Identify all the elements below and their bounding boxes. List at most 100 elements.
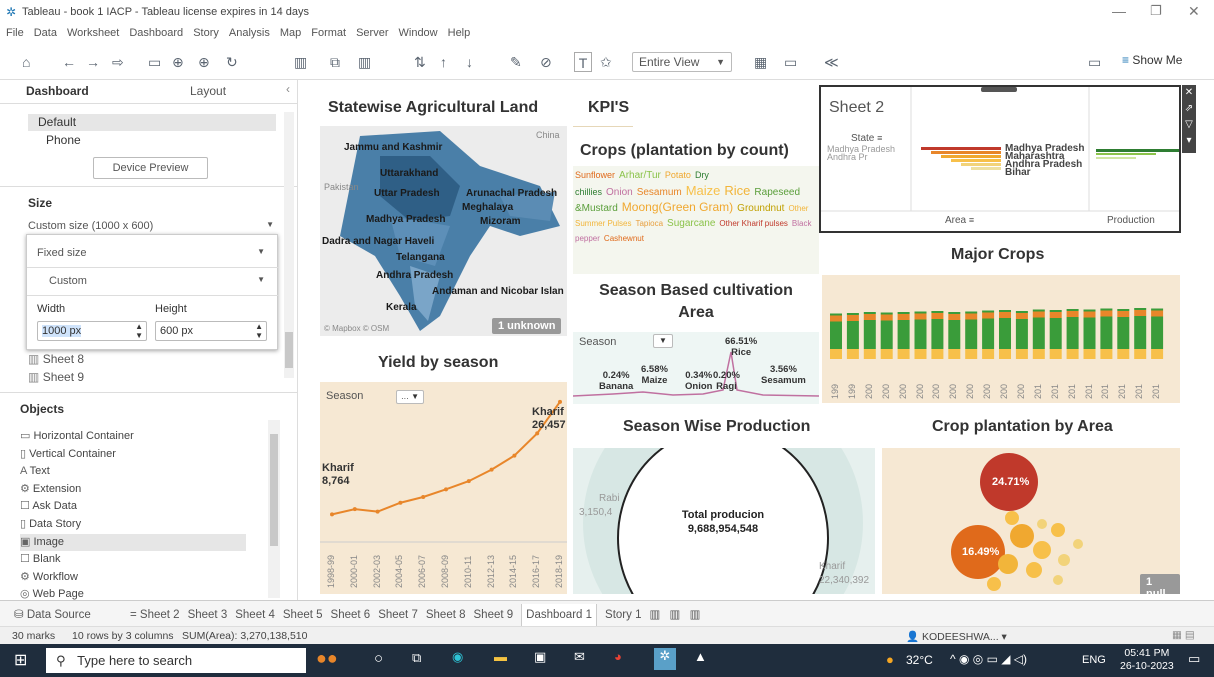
major-crops-bar[interactable] <box>846 321 859 349</box>
sheet-tab[interactable]: Sheet 8 <box>426 609 466 621</box>
major-crops-bar[interactable] <box>1032 317 1045 350</box>
major-crops-bar[interactable] <box>1117 317 1130 349</box>
highlight-icon[interactable]: ✎ <box>510 52 522 72</box>
map-unknown-badge[interactable]: 1 unknown <box>492 318 562 334</box>
object-item[interactable]: ☐ Blank <box>20 551 246 569</box>
new-dashboard-icon[interactable]: ▥ <box>670 609 684 621</box>
notifications-icon[interactable]: ▭ <box>1188 651 1200 667</box>
major-crops-bar[interactable] <box>880 312 893 315</box>
sheet-tab[interactable]: Sheet 9 <box>474 609 514 621</box>
menu-item[interactable]: Help <box>448 27 471 39</box>
major-crops-bar[interactable] <box>1151 316 1164 350</box>
sheet-tab[interactable]: Sheet 6 <box>331 609 371 621</box>
comment-icon[interactable]: ▭ <box>1088 52 1101 72</box>
major-crops-bar[interactable] <box>1151 308 1164 311</box>
major-crops-bar[interactable] <box>846 313 859 315</box>
yield-point[interactable] <box>398 500 403 505</box>
object-item[interactable]: ▭ Horizontal Container <box>20 428 246 446</box>
restore-icon[interactable]: ❐ <box>1150 3 1162 19</box>
major-crops-bar[interactable] <box>1100 308 1113 311</box>
word-cloud-item[interactable]: Tapioca <box>635 219 663 228</box>
major-crops-bar[interactable] <box>1134 308 1147 310</box>
menu-item[interactable]: Worksheet <box>67 27 119 39</box>
major-crops-bar[interactable] <box>982 312 995 319</box>
major-crops-bar[interactable] <box>863 320 876 349</box>
object-item[interactable]: ▯ Vertical Container <box>20 446 246 464</box>
height-input[interactable]: 600 px ▲ ▼ <box>155 321 267 341</box>
sheet-tab[interactable]: Sheet 2 <box>140 609 180 621</box>
major-crops-bar[interactable] <box>830 321 842 350</box>
forward-icon[interactable]: → <box>86 52 100 72</box>
major-crops-bar[interactable] <box>863 314 876 320</box>
major-crops-bar[interactable] <box>1083 309 1096 312</box>
major-crops-bar[interactable] <box>863 349 876 355</box>
major-crops-bar[interactable] <box>914 319 927 350</box>
word-cloud-item[interactable]: Groundnut <box>737 203 784 214</box>
major-crops-bar[interactable] <box>880 320 893 350</box>
device-default[interactable]: Default <box>28 114 276 131</box>
more-options-icon[interactable]: ▾ <box>1182 133 1196 149</box>
minimize-icon[interactable]: — <box>1112 3 1126 19</box>
device-phone[interactable]: Phone <box>46 133 81 147</box>
pause-icon[interactable]: ⊕ <box>198 52 210 72</box>
files-icon[interactable]: ▬ <box>494 649 507 664</box>
show-cards-icon[interactable]: ▦ <box>754 52 767 72</box>
width-input[interactable]: 1000 px ▲ ▼ <box>37 321 147 341</box>
major-crops-bar[interactable] <box>1015 311 1028 313</box>
word-cloud-item[interactable]: Maize <box>686 183 721 198</box>
sheet-tab[interactable]: Sheet 3 <box>188 609 228 621</box>
size-preset-select[interactable]: Custom ▼ <box>49 275 269 287</box>
word-cloud-item[interactable]: Rice <box>724 183 750 198</box>
yield-point[interactable] <box>512 453 517 458</box>
word-cloud-item[interactable]: Sesamum <box>637 187 682 198</box>
new-story-icon[interactable]: ▥ <box>690 609 701 621</box>
major-crops-bar[interactable] <box>880 314 893 321</box>
close-icon[interactable]: ✕ <box>1188 3 1200 20</box>
data-source-tab[interactable]: ⛁ Data Source <box>14 607 91 621</box>
major-crops-bar[interactable] <box>1049 349 1062 355</box>
major-crops-bar[interactable] <box>999 310 1011 312</box>
sheet-item[interactable]: ▥ Sheet 9 <box>28 368 84 386</box>
stepper-icon[interactable]: ▲ ▼ <box>135 322 143 340</box>
swap-icon[interactable]: ⇅ <box>414 52 426 72</box>
major-crops-bar[interactable] <box>931 319 944 349</box>
group-icon[interactable]: ⊘ <box>540 52 552 72</box>
save-icon[interactable]: ▭ <box>148 52 161 72</box>
major-crops-bar[interactable] <box>931 313 944 319</box>
major-crops-bar[interactable] <box>863 312 876 314</box>
sort-desc-icon[interactable]: ↓ <box>466 52 473 72</box>
yield-point[interactable] <box>489 467 494 472</box>
major-crops-bar[interactable] <box>1066 309 1079 311</box>
windows-start-icon[interactable]: ⊞ <box>14 650 27 670</box>
menu-item[interactable]: Format <box>311 27 346 39</box>
menu-item[interactable]: Analysis <box>229 27 270 39</box>
major-crops-bar[interactable] <box>830 349 842 355</box>
major-crops-bar[interactable] <box>897 349 910 355</box>
major-crops-bar[interactable] <box>1134 310 1147 316</box>
major-crops-bar[interactable] <box>1083 311 1096 318</box>
major-crops-bar[interactable] <box>931 349 944 355</box>
yield-point[interactable] <box>352 507 357 512</box>
labels-icon[interactable]: T <box>574 52 592 72</box>
tab-dashboard[interactable]: Dashboard <box>26 84 89 98</box>
collapse-sidebar-icon[interactable]: ‹ <box>286 82 290 96</box>
major-crops-bar[interactable] <box>965 313 978 320</box>
sheet-tab[interactable]: Dashboard 1 <box>521 604 598 626</box>
refresh-icon[interactable]: ↻ <box>226 52 238 72</box>
major-crops-bar[interactable] <box>1151 310 1164 317</box>
user-menu[interactable]: 👤 KODEESHWA... ▾ <box>906 630 1007 643</box>
scrollbar[interactable] <box>268 420 280 598</box>
edge-icon[interactable]: ◉ <box>452 649 463 665</box>
major-crops-bar[interactable] <box>982 310 995 313</box>
major-crops-bar[interactable] <box>948 314 961 320</box>
object-item[interactable]: A Text <box>20 463 246 481</box>
device-preview-button[interactable]: Device Preview <box>93 157 208 179</box>
major-crops-bar[interactable] <box>999 318 1011 349</box>
menu-item[interactable]: Dashboard <box>129 27 183 39</box>
menu-item[interactable]: File <box>6 27 24 39</box>
object-item[interactable]: ▣ Image <box>20 533 246 552</box>
sheet-tab[interactable]: Sheet 4 <box>235 609 275 621</box>
yield-point[interactable] <box>558 399 562 404</box>
fit-view-select[interactable]: Entire View ▼ <box>632 52 732 72</box>
major-crops-bar[interactable] <box>948 349 961 355</box>
